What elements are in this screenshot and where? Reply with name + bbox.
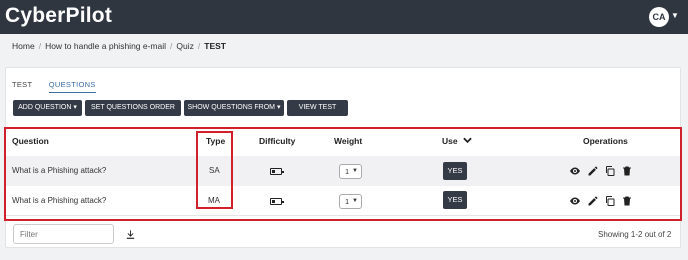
tab-bar: TEST QUESTIONS	[12, 80, 110, 93]
table-highlight-box	[4, 127, 682, 221]
breadcrumb-lesson[interactable]: How to handle a phishing e-mail	[45, 41, 166, 51]
caret-down-icon: ▾	[276, 104, 281, 111]
breadcrumb: Home / How to handle a phishing e-mail / Qui…	[12, 41, 226, 51]
breadcrumb-separator: /	[38, 41, 42, 51]
caret-down-icon: ▾	[73, 104, 77, 111]
download-icon[interactable]	[125, 229, 136, 240]
breadcrumb-current: TEST	[204, 41, 226, 51]
breadcrumb-home[interactable]: Home	[12, 41, 35, 51]
filter-input[interactable]	[13, 224, 114, 244]
breadcrumb-separator: /	[170, 41, 173, 51]
caret-down-icon[interactable]: ▼	[671, 11, 679, 20]
set-questions-order-button[interactable]: SET QUESTIONS ORDER	[85, 100, 181, 116]
top-navbar: CyberPilot CA ▼	[0, 0, 688, 34]
breadcrumb-separator: /	[197, 41, 201, 51]
type-column-highlight-box	[196, 131, 233, 209]
tab-questions[interactable]: QUESTIONS	[48, 80, 96, 93]
add-question-button[interactable]: ADD QUESTION ▾	[13, 100, 82, 116]
user-avatar[interactable]: CA	[649, 7, 669, 27]
view-test-button[interactable]: VIEW TEST	[287, 100, 348, 116]
app-logo[interactable]: CyberPilot	[5, 4, 112, 28]
show-questions-from-label: SHOW QUESTIONS FROM	[187, 104, 276, 111]
tab-test[interactable]: TEST	[12, 80, 32, 92]
show-questions-from-button[interactable]: SHOW QUESTIONS FROM ▾	[184, 100, 284, 116]
add-question-label: ADD QUESTION	[18, 104, 72, 111]
pagination-status: Showing 1-2 out of 2	[598, 230, 672, 239]
breadcrumb-quiz[interactable]: Quiz	[176, 41, 193, 51]
